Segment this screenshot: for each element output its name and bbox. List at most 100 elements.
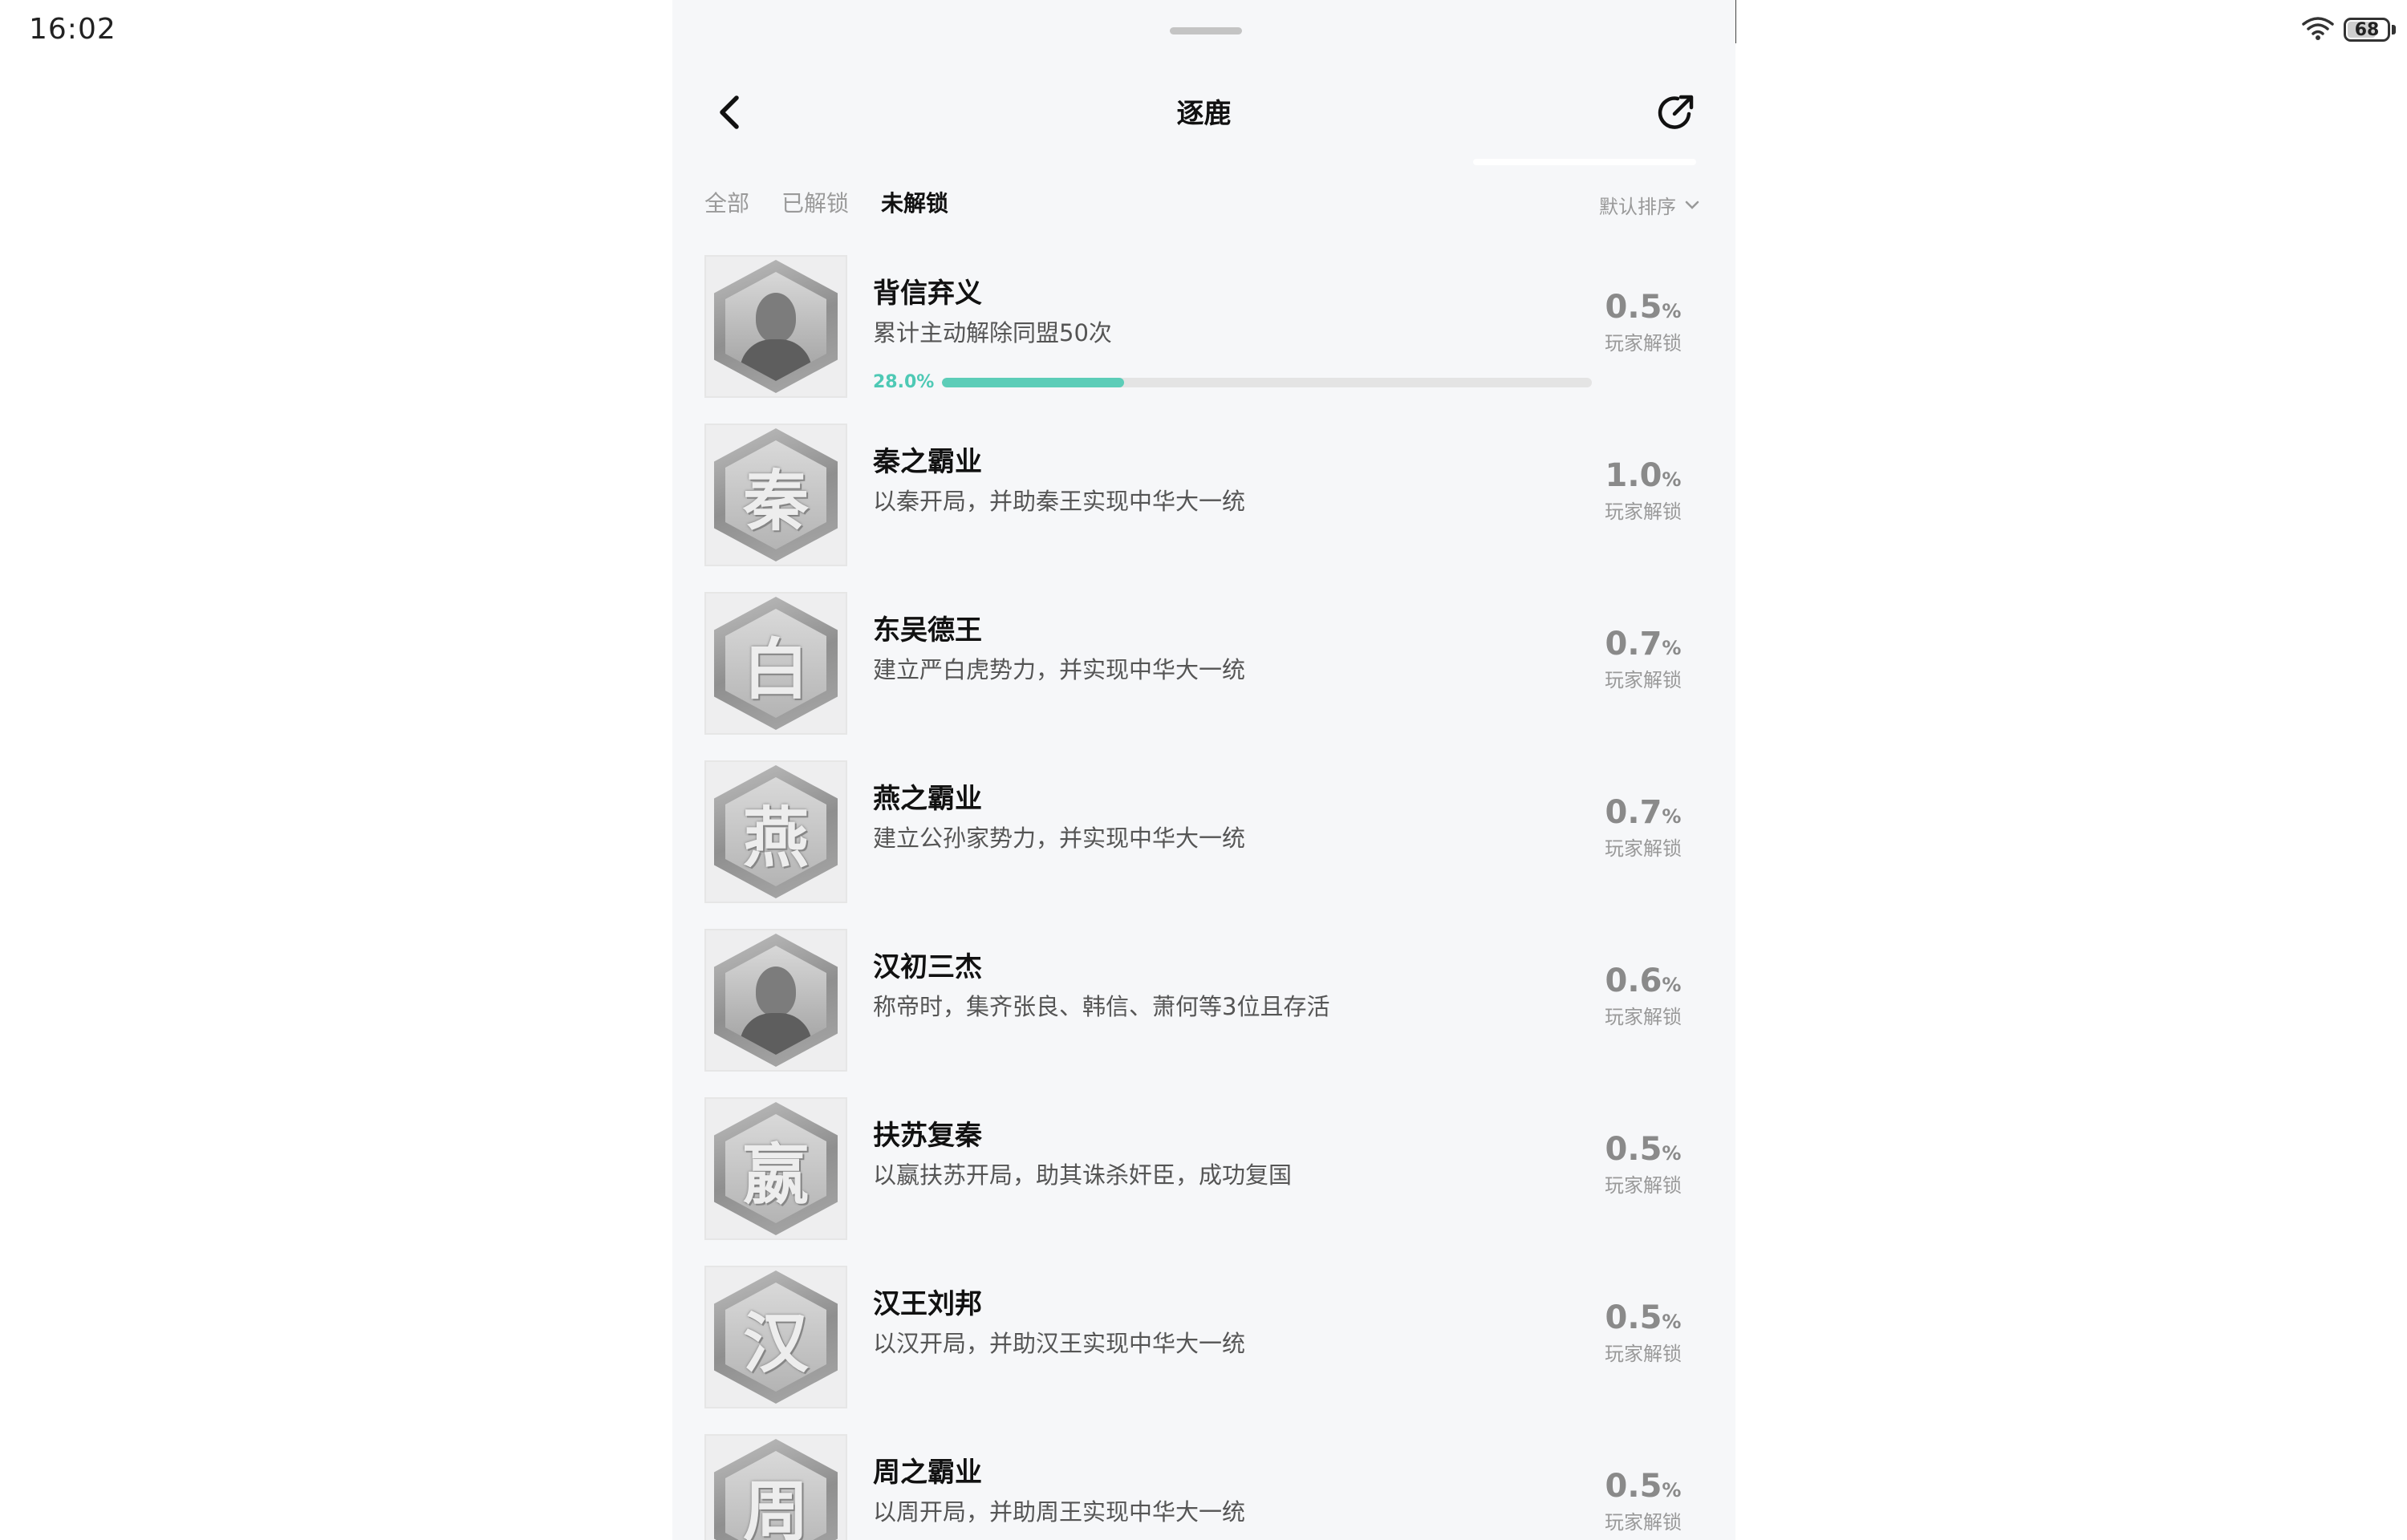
badge-character: 嬴 — [725, 1114, 826, 1223]
unlock-rate-label: 玩家解锁 — [1605, 500, 1682, 523]
unlock-rate: 0.7% 玩家解锁 — [1583, 794, 1703, 861]
unlock-rate-label: 玩家解锁 — [1605, 1006, 1682, 1028]
achievement-item[interactable]: 秦 秦之霸业 以秦开局，并助秦王实现中华大一统 1.0% 玩家解锁 — [704, 424, 1703, 592]
unlock-rate-value: 0.7 — [1605, 626, 1662, 663]
unlock-rate: 0.5% 玩家解锁 — [1583, 1131, 1703, 1198]
unlock-rate-unit: % — [1662, 300, 1682, 322]
achievement-description: 建立公孙家势力，并实现中华大一统 — [873, 825, 1246, 852]
unlock-rate-label: 玩家解锁 — [1605, 1343, 1682, 1365]
hexagon-frame: 汉 — [714, 1270, 838, 1404]
badge-character: 周 — [725, 1451, 826, 1540]
unlock-rate-value: 0.6 — [1605, 962, 1662, 999]
achievement-title: 汉王刘邦 — [873, 1288, 982, 1320]
unlock-rate-unit: % — [1662, 468, 1682, 491]
hexagon-frame: 嬴 — [714, 1102, 838, 1235]
header-highlight — [1473, 159, 1696, 165]
progress-fill — [942, 377, 1125, 387]
achievement-badge-icon: 白 — [704, 592, 847, 735]
unlock-rate-label: 玩家解锁 — [1605, 1174, 1682, 1197]
wifi-icon — [2302, 16, 2334, 43]
achievement-title: 周之霸业 — [873, 1457, 982, 1489]
tab-unlocked[interactable]: 已解锁 — [781, 186, 849, 218]
unlock-rate-value: 0.7 — [1605, 794, 1662, 831]
progress-row: 28.0% — [873, 372, 1593, 392]
badge-character: 秦 — [725, 440, 826, 549]
achievement-badge-icon: 嬴 — [704, 1097, 847, 1240]
achievement-title: 扶苏复秦 — [873, 1120, 982, 1152]
status-indicators: 68 — [2302, 16, 2396, 43]
tab-all[interactable]: 全部 — [704, 186, 749, 218]
unlock-rate: 0.5% 玩家解锁 — [1583, 1468, 1703, 1534]
achievement-badge-icon: 秦 — [704, 424, 847, 566]
filter-tabs: 全部 已解锁 未解锁 — [704, 186, 948, 218]
unlock-rate: 0.5% 玩家解锁 — [1583, 1299, 1703, 1366]
battery-icon: 68 — [2344, 18, 2390, 42]
unlock-rate-unit: % — [1662, 1311, 1682, 1333]
achievement-description: 以秦开局，并助秦王实现中华大一统 — [873, 488, 1246, 515]
achievement-description: 以汉开局，并助汉王实现中华大一统 — [873, 1330, 1246, 1357]
achievement-item[interactable]: 嬴 扶苏复秦 以嬴扶苏开局，助其诛杀奸臣，成功复国 0.5% 玩家解锁 — [704, 1097, 1703, 1266]
tab-locked[interactable]: 未解锁 — [881, 186, 948, 218]
portrait-body — [740, 339, 812, 381]
achievement-panel: 逐鹿 全部 已解锁 未解锁 默认排序 背信弃义 累计主动解除同盟50次 28.0… — [672, 0, 1735, 1540]
achievement-description: 累计主动解除同盟50次 — [873, 319, 1112, 346]
achievement-badge-icon — [704, 255, 847, 398]
achievement-description: 以嬴扶苏开局，助其诛杀奸臣，成功复国 — [873, 1161, 1293, 1189]
badge-character: 汉 — [725, 1283, 826, 1392]
badge-character: 燕 — [725, 777, 826, 886]
badge-character: 白 — [725, 609, 826, 718]
hexagon-frame: 燕 — [714, 765, 838, 898]
unlock-rate-unit: % — [1662, 805, 1682, 828]
unlock-rate: 0.5% 玩家解锁 — [1583, 289, 1703, 355]
hexagon-frame: 秦 — [714, 428, 838, 561]
page-title: 逐鹿 — [1176, 98, 1232, 130]
achievement-item[interactable]: 白 东吴德王 建立严白虎势力，并实现中华大一统 0.7% 玩家解锁 — [704, 592, 1703, 760]
unlock-rate-label: 玩家解锁 — [1605, 332, 1682, 355]
portrait-image — [725, 272, 826, 381]
unlock-rate-label: 玩家解锁 — [1605, 1511, 1682, 1534]
portrait-image — [725, 946, 826, 1055]
unlock-rate-unit: % — [1662, 637, 1682, 659]
achievement-list: 背信弃义 累计主动解除同盟50次 28.0% 0.5% 玩家解锁 秦 秦之霸业 … — [704, 255, 1703, 1540]
sort-label: 默认排序 — [1599, 196, 1676, 218]
unlock-rate-unit: % — [1662, 1479, 1682, 1502]
header: 逐鹿 — [672, 80, 1735, 144]
unlock-rate-label: 玩家解锁 — [1605, 669, 1682, 691]
achievement-title: 东吴德王 — [873, 614, 982, 646]
unlock-rate-value: 0.5 — [1605, 1299, 1662, 1336]
hexagon-frame — [714, 260, 838, 393]
drag-handle[interactable] — [1170, 27, 1242, 34]
achievement-item[interactable]: 周 周之霸业 以周开局，并助周王实现中华大一统 0.5% 玩家解锁 — [704, 1434, 1703, 1540]
achievement-title: 燕之霸业 — [873, 783, 982, 815]
unlock-rate: 0.7% 玩家解锁 — [1583, 626, 1703, 692]
unlock-rate: 1.0% 玩家解锁 — [1583, 457, 1703, 524]
achievement-item[interactable]: 汉初三杰 称帝时，集齐张良、韩信、萧何等3位且存活 0.6% 玩家解锁 — [704, 929, 1703, 1097]
achievement-description: 建立严白虎势力，并实现中华大一统 — [873, 656, 1246, 683]
achievement-description: 称帝时，集齐张良、韩信、萧何等3位且存活 — [873, 993, 1330, 1020]
chevron-down-icon — [1685, 201, 1699, 209]
progress-label: 28.0% — [873, 372, 935, 392]
portrait-body — [740, 1013, 812, 1055]
achievement-item[interactable]: 背信弃义 累计主动解除同盟50次 28.0% 0.5% 玩家解锁 — [704, 255, 1703, 424]
unlock-rate-value: 1.0 — [1605, 457, 1662, 494]
sort-dropdown[interactable]: 默认排序 — [1599, 191, 1700, 219]
unlock-rate: 0.6% 玩家解锁 — [1583, 962, 1703, 1029]
achievement-badge-icon: 燕 — [704, 760, 847, 903]
achievement-item[interactable]: 汉 汉王刘邦 以汉开局，并助汉王实现中华大一统 0.5% 玩家解锁 — [704, 1266, 1703, 1434]
status-time: 16:02 — [29, 13, 116, 46]
battery-text: 68 — [2354, 19, 2380, 40]
share-button[interactable] — [1649, 85, 1703, 140]
achievement-badge-icon — [704, 929, 847, 1072]
hexagon-frame: 周 — [714, 1439, 838, 1540]
achievement-item[interactable]: 燕 燕之霸业 建立公孙家势力，并实现中华大一统 0.7% 玩家解锁 — [704, 760, 1703, 929]
unlock-rate-unit: % — [1662, 1142, 1682, 1165]
unlock-rate-label: 玩家解锁 — [1605, 837, 1682, 860]
unlock-rate-unit: % — [1662, 974, 1682, 996]
hexagon-frame: 白 — [714, 597, 838, 730]
achievement-title: 汉初三杰 — [873, 951, 982, 983]
achievement-description: 以周开局，并助周王实现中华大一统 — [873, 1498, 1246, 1526]
portrait-head — [756, 293, 796, 342]
share-icon — [1658, 95, 1694, 129]
unlock-rate-value: 0.5 — [1605, 1468, 1662, 1505]
achievement-title: 秦之霸业 — [873, 446, 982, 478]
